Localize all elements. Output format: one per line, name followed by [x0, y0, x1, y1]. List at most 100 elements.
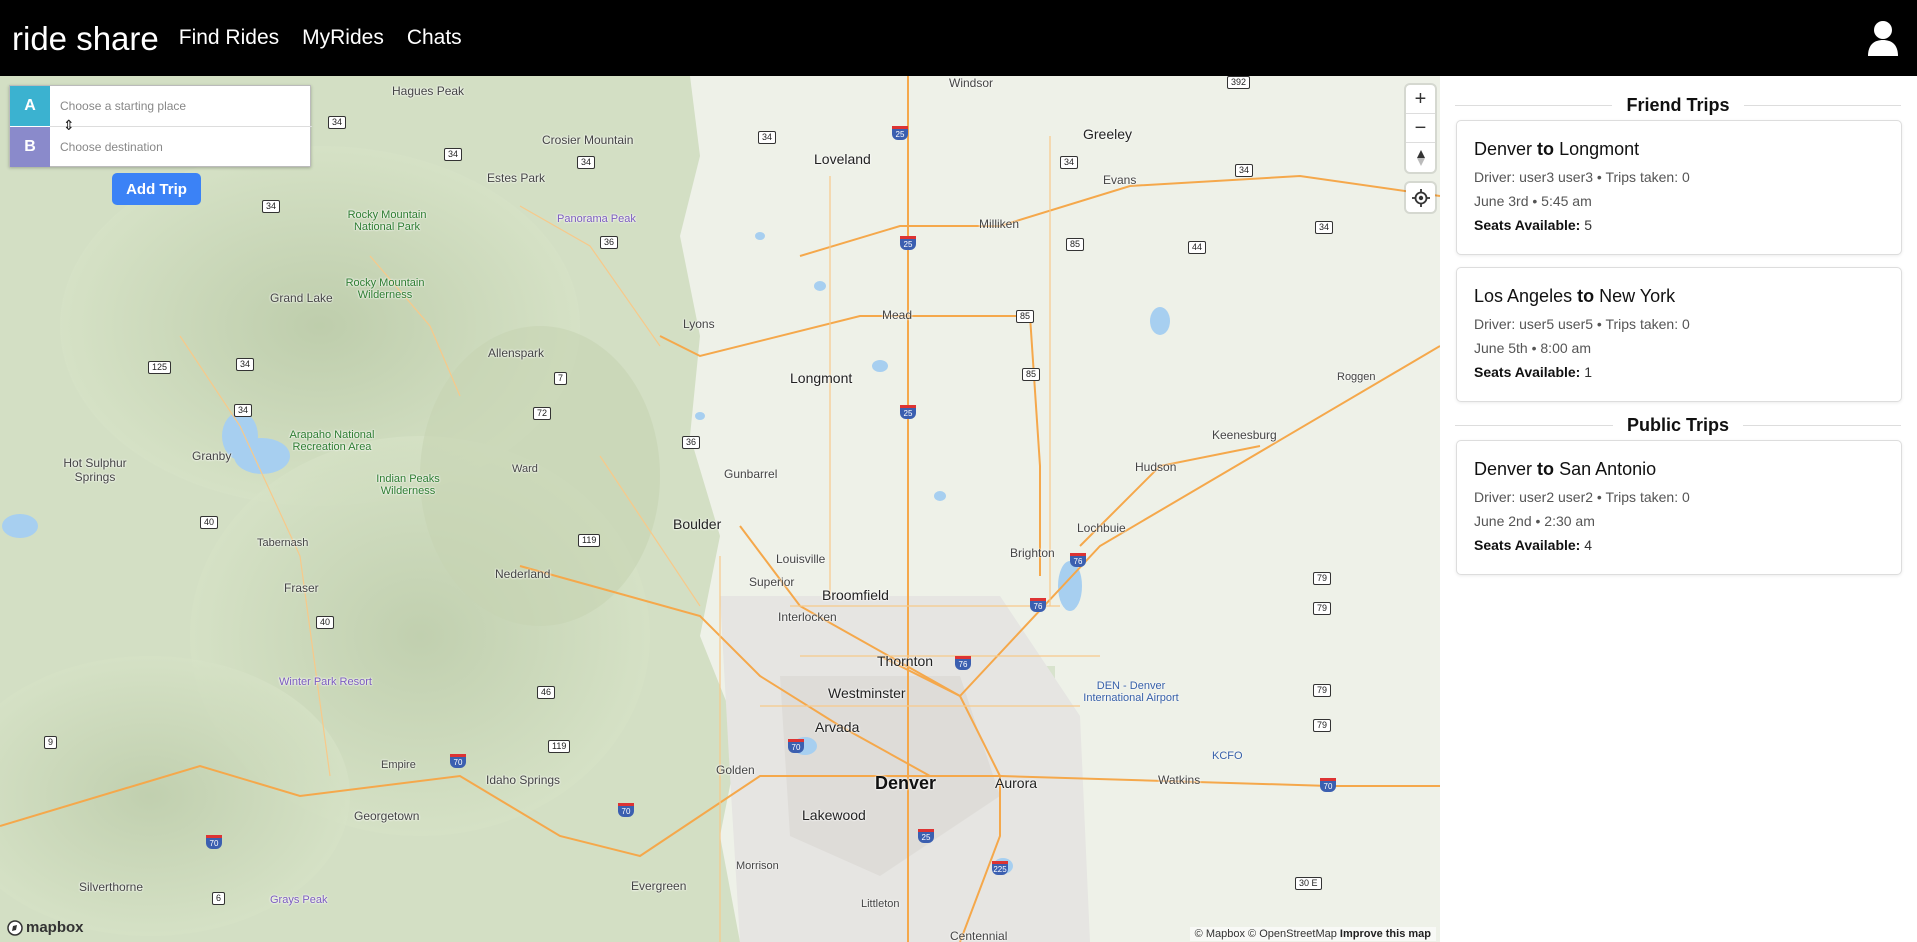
- brand-logo[interactable]: ride share: [12, 22, 159, 55]
- trip-seats: Seats Available: 1: [1474, 364, 1884, 380]
- mapbox-logo[interactable]: mapbox: [7, 919, 84, 936]
- highway-shield-icon: 85: [1066, 238, 1085, 251]
- trip-route: Denver to San Antonio: [1474, 459, 1884, 480]
- seats-value: 1: [1584, 364, 1593, 380]
- trip-to-word: to: [1537, 459, 1555, 479]
- trip-date: June 5th • 8:00 am: [1474, 340, 1591, 356]
- trip-card[interactable]: Denver to San Antonio Driver: user2 user…: [1456, 440, 1902, 575]
- improve-map-link[interactable]: Improve this map: [1340, 928, 1431, 940]
- highway-shield-icon: 34: [234, 404, 253, 417]
- interstate-shield-icon: 25: [900, 405, 916, 419]
- geolocate-button[interactable]: [1406, 183, 1435, 212]
- trip-card[interactable]: Denver to Longmont Driver: user3 user3 •…: [1456, 120, 1902, 255]
- trip-card[interactable]: Los Angeles to New York Driver: user5 us…: [1456, 267, 1902, 402]
- map-place-label: Panorama Peak: [557, 213, 636, 225]
- trip-date: June 3rd • 5:45 am: [1474, 193, 1592, 209]
- highway-shield-icon: 36: [600, 236, 619, 249]
- map-place-label: Ward: [512, 463, 538, 475]
- map-place-label: Brighton: [1010, 546, 1055, 560]
- map-place-label: Nederland: [495, 567, 551, 581]
- nav-chats[interactable]: Chats: [407, 26, 462, 50]
- directions-panel: A B ⇕: [9, 85, 312, 167]
- map-place-label: Centennial: [950, 929, 1008, 942]
- highway-shield-icon: 85: [1016, 310, 1035, 323]
- trip-route: Denver to Longmont: [1474, 139, 1884, 160]
- trip-seats: Seats Available: 5: [1474, 217, 1884, 233]
- zoom-out-button[interactable]: −: [1406, 114, 1435, 143]
- trip-to-word: to: [1537, 139, 1555, 159]
- trip-destination: San Antonio: [1559, 459, 1657, 479]
- highway-shield-icon: 34: [1235, 164, 1254, 177]
- map-base: [0, 76, 1440, 942]
- highway-shield-icon: 34: [328, 116, 347, 129]
- attribution-mapbox-link[interactable]: © Mapbox: [1195, 928, 1245, 940]
- origin-input[interactable]: [60, 99, 300, 113]
- zoom-in-button[interactable]: +: [1406, 85, 1435, 114]
- map-place-label: Rocky Mountain Wilderness: [345, 277, 425, 301]
- zoom-controls: + −: [1406, 85, 1435, 172]
- map-place-label: Empire: [381, 759, 416, 771]
- highway-shield-icon: 79: [1313, 572, 1332, 585]
- highway-shield-icon: 34: [262, 200, 281, 213]
- trip-origin: Los Angeles: [1474, 286, 1573, 306]
- trip-driver-info: Driver: user3 user3 • Trips taken: 0: [1474, 169, 1690, 185]
- map-place-label: Grand Lake: [270, 291, 333, 305]
- seats-label: Seats Available:: [1474, 217, 1581, 233]
- nav-find-rides[interactable]: Find Rides: [179, 26, 279, 50]
- nav-my-rides[interactable]: MyRides: [302, 26, 384, 50]
- trip-driver-info: Driver: user2 user2 • Trips taken: 0: [1474, 489, 1690, 505]
- map-place-label: Golden: [716, 763, 755, 777]
- map-place-label: Hagues Peak: [392, 84, 465, 98]
- map-place-label: Watkins: [1158, 773, 1201, 787]
- trip-route: Los Angeles to New York: [1474, 286, 1884, 307]
- map-place-label: Indian Peaks Wilderness: [376, 473, 440, 497]
- interstate-shield-icon: 70: [788, 739, 804, 753]
- heading-rule: [1743, 105, 1901, 106]
- mapbox-logo-icon: [7, 919, 23, 936]
- highway-shield-icon: 72: [533, 407, 552, 420]
- map-place-label: Georgetown: [354, 809, 420, 823]
- compass-button[interactable]: [1406, 143, 1435, 172]
- trip-date: June 2nd • 2:30 am: [1474, 513, 1595, 529]
- map-place-label: Hudson: [1135, 460, 1177, 474]
- interstate-shield-icon: 70: [1320, 778, 1336, 792]
- map-place-label: Mead: [882, 308, 913, 322]
- destination-marker-icon: B: [10, 127, 50, 167]
- map-place-label: Milliken: [979, 217, 1020, 231]
- trip-destination: Longmont: [1559, 139, 1640, 159]
- map-place-label: Arvada: [815, 719, 860, 735]
- interstate-shield-icon: 25: [900, 236, 916, 250]
- map-place-label: Tabernash: [257, 537, 309, 549]
- trip-to-word: to: [1577, 286, 1595, 306]
- add-trip-button[interactable]: Add Trip: [112, 173, 201, 205]
- interstate-shield-icon: 76: [1030, 598, 1046, 612]
- highway-shield-icon: 85: [1022, 368, 1041, 381]
- heading-rule: [1455, 105, 1613, 106]
- map-place-label: Denver: [875, 773, 937, 793]
- swap-vertical-icon[interactable]: ⇕: [63, 118, 75, 132]
- map[interactable]: Windsor Hagues Peak Crosier Mountain Lov…: [0, 76, 1440, 942]
- interstate-shield-icon: 76: [1070, 553, 1086, 567]
- highway-shield-icon: 392: [1227, 76, 1251, 89]
- map-place-label: Loveland: [814, 151, 871, 167]
- map-place-label: Granby: [192, 449, 232, 463]
- interstate-shield-icon: 25: [918, 829, 934, 843]
- highway-shield-icon: 79: [1313, 719, 1332, 732]
- map-place-label: Silverthorne: [79, 880, 144, 894]
- map-place-label: Windsor: [949, 76, 994, 90]
- map-place-label: Arapaho National Recreation Area: [289, 429, 375, 453]
- trips-sidebar: Friend Trips Denver to Longmont Driver: …: [1440, 76, 1917, 942]
- user-icon[interactable]: [1867, 20, 1899, 56]
- trip-origin: Denver: [1474, 139, 1533, 159]
- highway-shield-icon: 6: [212, 892, 226, 905]
- interstate-shield-icon: 25: [892, 126, 908, 140]
- attribution-osm-link[interactable]: © OpenStreetMap: [1248, 928, 1337, 940]
- highway-shield-icon: 34: [236, 358, 255, 371]
- map-place-label: Lyons: [683, 317, 715, 331]
- destination-input[interactable]: [60, 140, 300, 154]
- map-place-label: Lakewood: [802, 807, 866, 823]
- trip-destination: New York: [1599, 286, 1676, 306]
- map-place-label: Longmont: [790, 370, 853, 386]
- highway-shield-icon: 34: [1315, 221, 1334, 234]
- map-place-label: Keenesburg: [1212, 428, 1277, 442]
